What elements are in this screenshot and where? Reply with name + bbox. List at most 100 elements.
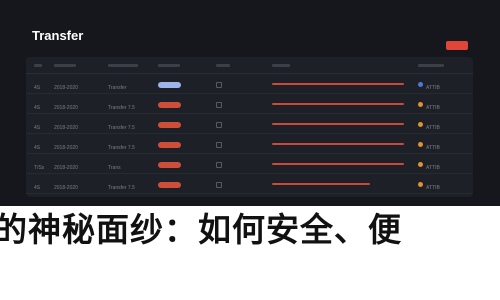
status-cell — [150, 94, 208, 114]
row-date: 2018-2020 — [54, 165, 78, 171]
check-cell — [208, 114, 264, 134]
progress-cell — [264, 134, 410, 154]
state-dot-icon — [418, 162, 423, 167]
name-cell: Transfer 7.5 — [100, 94, 150, 114]
progress-bar — [272, 102, 404, 105]
id-cell: T/Ss — [26, 154, 46, 174]
id-cell: 4S — [26, 94, 46, 114]
row-id: T/Ss — [34, 165, 45, 171]
column-header[interactable] — [46, 57, 100, 74]
check-cell — [208, 154, 264, 174]
row-date: 2018-2020 — [54, 105, 78, 111]
row-name: Transfer 7.5 — [108, 145, 135, 151]
date-cell: 2018-2020 — [46, 194, 100, 198]
date-cell: 2018-2020 — [46, 94, 100, 114]
state-dot-icon — [418, 122, 423, 127]
status-pill[interactable] — [158, 121, 181, 128]
row-checkbox[interactable] — [216, 101, 222, 108]
column-header[interactable] — [150, 57, 208, 74]
progress-cell — [264, 74, 410, 94]
column-header[interactable] — [208, 57, 264, 74]
row-state: ATTIB — [426, 85, 440, 91]
table-row[interactable]: 4S 2018-2020 Transfer 7.5 ATTIB — [26, 134, 473, 154]
table-row[interactable]: 4S 2018-2020 Transfer ATTIB — [26, 74, 473, 94]
state-cell: ATTIB — [410, 194, 473, 198]
progress-cell — [264, 114, 410, 134]
column-header[interactable] — [26, 57, 46, 74]
status-pill[interactable] — [158, 181, 181, 188]
progress-bar — [272, 162, 404, 165]
table-row[interactable]: 4S2018-2020Transfer 7.5ATTIB — [26, 194, 473, 198]
row-checkbox[interactable] — [216, 181, 222, 188]
row-name: Transfer 7.5 — [108, 125, 135, 131]
row-id: 4S — [34, 105, 41, 111]
row-checkbox[interactable] — [216, 161, 222, 168]
status-pill[interactable] — [158, 81, 181, 88]
row-state: ATTIB — [426, 145, 440, 151]
state-cell: ATTIB — [410, 134, 473, 154]
name-cell: Transfer 7.5 — [100, 114, 150, 134]
status-cell — [150, 154, 208, 174]
row-date: 2018-2020 — [54, 185, 78, 191]
column-header[interactable] — [100, 57, 150, 74]
progress-cell — [264, 94, 410, 114]
progress-cell — [264, 194, 410, 198]
row-id: 4S — [34, 185, 41, 191]
state-dot-icon — [418, 82, 423, 87]
headline-banner: 的神秘面纱：如何安全、便 — [0, 210, 402, 249]
row-state: ATTIB — [426, 105, 440, 111]
state-cell: ATTIB — [410, 154, 473, 174]
row-state: ATTIB — [426, 165, 440, 171]
transfer-table: 4S 2018-2020 Transfer ATTIB 4S 2018-2020 Trans… — [26, 57, 473, 197]
row-name: Transfer 7.5 — [108, 105, 135, 111]
state-cell: ATTIB — [410, 174, 473, 194]
state-cell: ATTIB — [410, 94, 473, 114]
state-dot-icon — [418, 102, 423, 107]
date-cell: 2018-2020 — [46, 154, 100, 174]
row-state: ATTIB — [426, 185, 440, 191]
row-id: 4S — [34, 125, 41, 131]
state-dot-icon — [418, 182, 423, 187]
status-pill[interactable] — [158, 141, 181, 148]
table-row[interactable]: 4S 2018-2020 Transfer 7.5 ATTIB — [26, 114, 473, 134]
name-cell: Transfer — [100, 74, 150, 94]
table-row[interactable]: T/Ss 2018-2020 Trans ATTIB — [26, 154, 473, 174]
row-date: 2018-2020 — [54, 145, 78, 151]
row-id: 4S — [34, 85, 41, 91]
primary-action-button[interactable] — [446, 41, 468, 50]
progress-cell — [264, 174, 410, 194]
table-row[interactable]: 4S 2018-2020 Transfer 7.5 ATTIB — [26, 94, 473, 114]
name-cell: Trans — [100, 154, 150, 174]
row-id: 4S — [34, 145, 41, 151]
status-pill[interactable] — [158, 101, 181, 108]
row-checkbox[interactable] — [216, 141, 222, 148]
column-header[interactable] — [410, 57, 473, 74]
status-pill[interactable] — [158, 161, 181, 168]
state-cell: ATTIB — [410, 114, 473, 134]
date-cell: 2018-2020 — [46, 114, 100, 134]
app-window: Transfer 4S 2018-2020 Transfer ATTIB 4S 2018-… — [0, 0, 500, 206]
check-cell — [208, 194, 264, 198]
column-header[interactable] — [264, 57, 410, 74]
check-cell — [208, 94, 264, 114]
id-cell: 4S — [26, 134, 46, 154]
status-cell — [150, 74, 208, 94]
table-header-row — [26, 57, 473, 74]
status-cell — [150, 134, 208, 154]
status-cell — [150, 194, 208, 198]
progress-bar — [272, 182, 370, 185]
table-row[interactable]: 4S 2018-2020 Transfer 7.5 ATTIB — [26, 174, 473, 194]
status-cell — [150, 114, 208, 134]
progress-bar — [272, 82, 404, 85]
name-cell: Transfer 7.5 — [100, 174, 150, 194]
row-state: ATTIB — [426, 125, 440, 131]
check-cell — [208, 134, 264, 154]
row-date: 2018-2020 — [54, 125, 78, 131]
row-checkbox[interactable] — [216, 81, 222, 88]
row-name: Transfer 7.5 — [108, 185, 135, 191]
progress-bar — [272, 122, 404, 125]
page-title: Transfer — [32, 28, 84, 43]
id-cell: 4S — [26, 74, 46, 94]
row-name: Trans — [108, 165, 121, 171]
row-checkbox[interactable] — [216, 121, 222, 128]
